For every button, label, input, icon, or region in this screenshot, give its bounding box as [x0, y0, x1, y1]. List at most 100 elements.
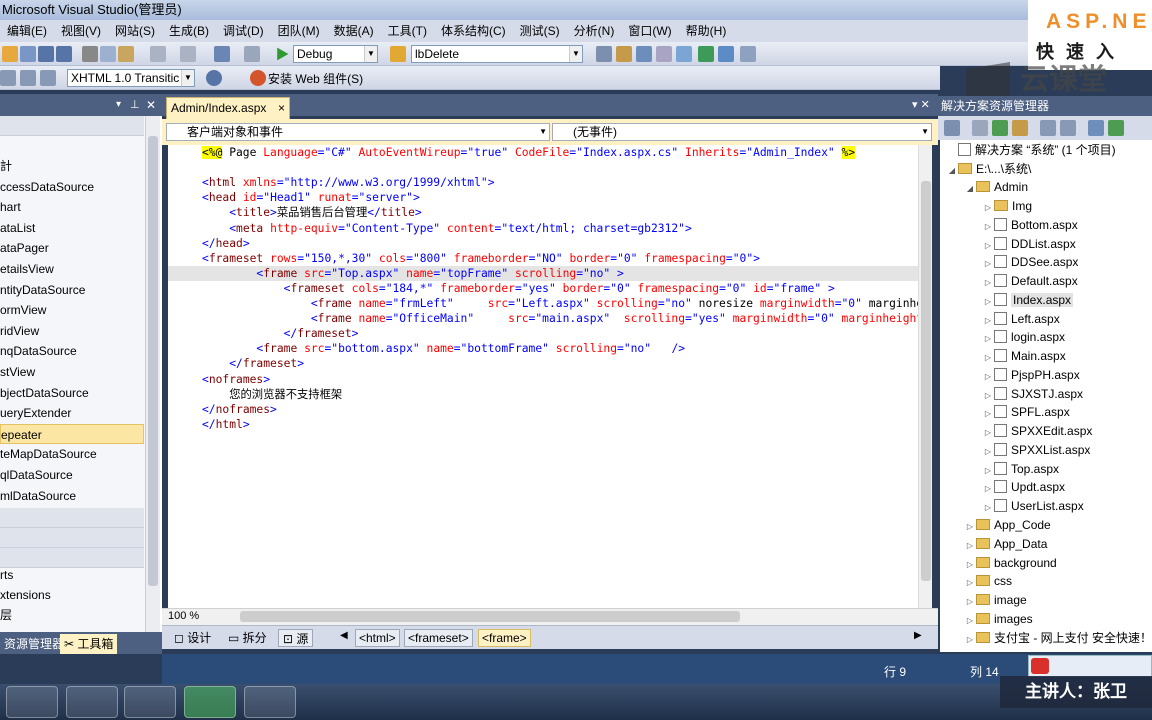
find-combo[interactable]: lbDelete ▼ [411, 45, 583, 63]
editor-vertical-scrollbar[interactable] [918, 145, 932, 608]
breadcrumb-frameset[interactable]: <frameset> [404, 629, 473, 647]
code-line[interactable]: <frame name="frmLeft" src="Left.aspx" sc… [168, 296, 918, 311]
code-line[interactable]: <head id="Head1" runat="server"> [168, 190, 918, 205]
collapsed-arrow-icon[interactable]: ▷ [982, 386, 994, 405]
code-line[interactable]: <frame src="Top.aspx" name="topFrame" sc… [168, 265, 918, 281]
tree-file[interactable]: ▷ DDList.aspx [982, 235, 1076, 254]
find-in-files-icon[interactable] [390, 46, 406, 62]
tree-file[interactable]: ▷ PjspPH.aspx [982, 366, 1080, 385]
code-line[interactable]: <meta http-equiv="Content-Type" content=… [168, 221, 918, 236]
tab-dropdown-icon[interactable]: ▾ ✕ [912, 98, 930, 111]
zoom-select[interactable]: 100 % [168, 608, 228, 625]
collapsed-arrow-icon[interactable]: ◢ [964, 179, 976, 198]
paste-icon[interactable] [118, 46, 134, 62]
toolbox-scrollbar[interactable] [146, 116, 160, 632]
toolbox-item[interactable]: ataPager [0, 238, 144, 258]
client-objects-select[interactable]: 客户端对象和事件 ▼ [166, 123, 550, 141]
pin-icon[interactable]: ⊥ [130, 94, 140, 116]
breadcrumb-html[interactable]: <html> [355, 629, 400, 647]
toolbox-icon[interactable] [656, 46, 672, 62]
indent-icon[interactable] [40, 70, 56, 86]
collapsed-arrow-icon[interactable]: ▷ [964, 592, 976, 611]
menu-item[interactable]: 窗口(W) [621, 24, 678, 38]
align-icon[interactable] [20, 70, 36, 86]
tree-file[interactable]: ▷ SPXXEdit.aspx [982, 422, 1092, 441]
show-all-files-icon[interactable] [972, 120, 988, 136]
menu-item[interactable]: 数据(A) [327, 24, 381, 38]
toolbox-item[interactable]: ueryExtender [0, 403, 144, 423]
collapsed-arrow-icon[interactable]: ▷ [982, 367, 994, 386]
code-line[interactable]: <html xmlns="http://www.w3.org/1999/xhtm… [168, 175, 918, 190]
collapsed-arrow-icon[interactable]: ▷ [982, 404, 994, 423]
new-project-icon[interactable] [2, 46, 18, 62]
design-view-button[interactable]: ◻ 设计 [170, 629, 215, 647]
scrollbar-thumb[interactable] [148, 136, 158, 586]
tree-file[interactable]: ▷ Updt.aspx [982, 478, 1065, 497]
collapsed-arrow-icon[interactable]: ▷ [982, 423, 994, 442]
toolbox-item[interactable]: bjectDataSource [0, 383, 144, 403]
tree-folder[interactable]: ▷ App_Data [964, 535, 1047, 554]
visual-studio-taskbar-icon[interactable] [6, 686, 58, 718]
view-code-icon[interactable] [1040, 120, 1056, 136]
tree-file[interactable]: ▷ DDSee.aspx [982, 253, 1078, 272]
tree-folder[interactable]: ▷ image [964, 591, 1027, 610]
extension-manager-icon[interactable] [718, 46, 734, 62]
tree-folder[interactable]: ▷ App_Code [964, 516, 1051, 535]
toolbox-item[interactable]: ridView [0, 321, 144, 341]
code-line[interactable]: </frameset> [168, 356, 918, 371]
collapsed-arrow-icon[interactable]: ▷ [964, 555, 976, 574]
code-line[interactable]: <title>菜品销售后台管理</title> [168, 205, 918, 220]
code-line[interactable] [168, 160, 918, 175]
toolbox-item[interactable]: nqDataSource [0, 341, 144, 361]
scrollbar-thumb[interactable] [921, 181, 931, 581]
tree-file[interactable]: ▷ SJXSTJ.aspx [982, 385, 1083, 404]
menu-item[interactable]: 工具(T) [381, 24, 434, 38]
tree-file[interactable]: ▷ SPXXList.aspx [982, 441, 1090, 460]
toolbox-group-header[interactable] [0, 116, 144, 136]
tree-folder[interactable]: ▷ images [964, 610, 1033, 629]
tree-folder[interactable]: ▷ background [964, 554, 1057, 573]
close-icon[interactable]: ✕ [146, 94, 156, 116]
copy-website-icon[interactable] [1088, 120, 1104, 136]
save-icon[interactable] [38, 46, 54, 62]
tree-file[interactable]: ▷ login.aspx [982, 328, 1065, 347]
collapsed-arrow-icon[interactable]: ▷ [964, 630, 976, 649]
tree-file[interactable]: ▷ Index.aspx [982, 291, 1074, 310]
properties-icon[interactable] [944, 120, 960, 136]
collapsed-arrow-icon[interactable]: ▷ [964, 611, 976, 630]
collapsed-arrow-icon[interactable]: ▷ [982, 311, 994, 330]
menu-item[interactable]: 团队(M) [271, 24, 327, 38]
code-line[interactable]: <frame src="bottom.aspx" name="bottomFra… [168, 341, 918, 356]
save-all-icon[interactable] [56, 46, 72, 62]
menu-item[interactable]: 体系结构(C) [434, 24, 513, 38]
collapsed-arrow-icon[interactable]: ▷ [982, 217, 994, 236]
code-line[interactable]: </frameset> [168, 326, 918, 341]
tab-toolbox[interactable]: ✂ 工具箱 [60, 634, 118, 654]
undo-icon[interactable] [150, 46, 166, 62]
properties-icon[interactable] [616, 46, 632, 62]
tree-folder[interactable]: ◢ E:\...\系统\ [946, 160, 1031, 179]
toolbox-item[interactable]: ntityDataSource [0, 280, 144, 300]
code-line[interactable]: </html> [168, 417, 918, 432]
collapsed-arrow-icon[interactable]: ▷ [982, 198, 994, 217]
open-icon[interactable] [20, 46, 36, 62]
tree-file[interactable]: ▷ Top.aspx [982, 460, 1059, 479]
split-view-button[interactable]: ▭ 拆分 [224, 629, 271, 647]
view-designer-icon[interactable] [1060, 120, 1076, 136]
code-line[interactable]: </head> [168, 236, 918, 251]
menu-item[interactable]: 分析(N) [567, 24, 622, 38]
refresh-icon[interactable] [992, 120, 1008, 136]
install-web-components-button[interactable]: 安装 Web 组件(S) [268, 70, 363, 87]
toolbox-item[interactable]: stView [0, 362, 144, 382]
toolbox-tab[interactable]: xtensions [0, 585, 144, 605]
toolbox-item[interactable]: etailsView [0, 259, 144, 279]
toolbox-item[interactable]: ormView [0, 300, 144, 320]
source-view-button[interactable]: ⊡ 源 [278, 629, 314, 647]
start-debug-icon[interactable] [277, 47, 289, 61]
redo-icon[interactable] [180, 46, 196, 62]
code-line[interactable]: <frameset rows="150,*,30" cols="800" fra… [168, 251, 918, 266]
toolbox-item[interactable]: ccessDataSource [0, 177, 144, 197]
doctype-select[interactable]: XHTML 1.0 Transitic ▼ [67, 69, 195, 87]
tree-file[interactable]: ▷ Bottom.aspx [982, 216, 1078, 235]
tree-file[interactable]: ▷ Main.aspx [982, 347, 1066, 366]
